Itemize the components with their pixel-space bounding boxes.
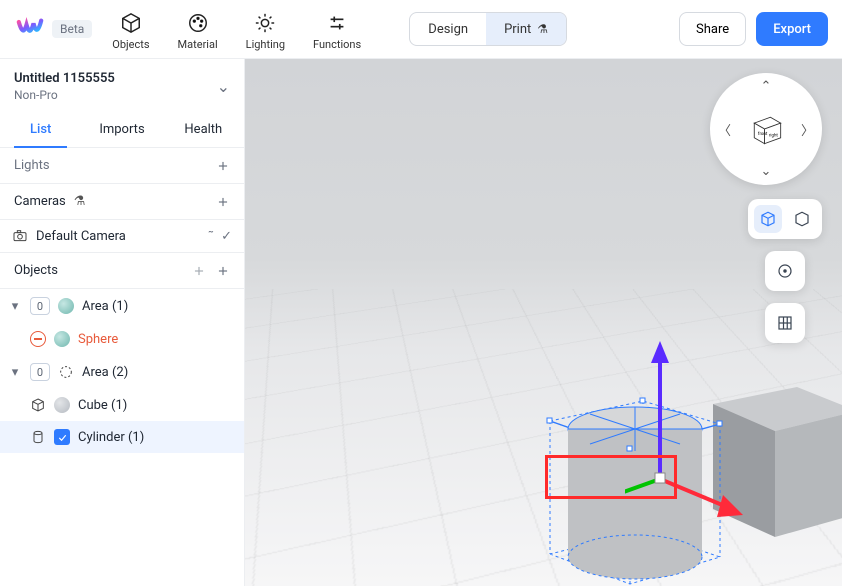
- caret-down-icon[interactable]: ▾: [8, 299, 22, 314]
- remove-icon[interactable]: [30, 331, 46, 347]
- sliders-icon: [326, 12, 348, 34]
- tab-list[interactable]: List: [0, 112, 81, 147]
- sun-icon: [254, 12, 276, 34]
- cube-icon: [120, 12, 142, 34]
- grid-icon: [776, 314, 794, 332]
- project-header[interactable]: Untitled 1155555 Non-Pro ⌄: [0, 59, 244, 112]
- check-icon[interactable]: ✓: [221, 229, 232, 244]
- circle-dashed-icon: [58, 364, 74, 380]
- tool-objects[interactable]: Objects: [112, 8, 149, 51]
- tree-item-cylinder[interactable]: Cylinder (1): [0, 421, 244, 453]
- tree-item-cube[interactable]: Cube (1): [0, 389, 244, 421]
- palette-icon: [187, 12, 209, 34]
- tree-item-sphere[interactable]: Sphere: [0, 323, 244, 355]
- chevron-down-icon[interactable]: ⌄: [761, 164, 772, 179]
- share-button[interactable]: Share: [679, 12, 746, 46]
- tree-item-area2[interactable]: ▾ 0 Area (2): [0, 355, 244, 389]
- camera-row-default[interactable]: Default Camera ῀ ✓: [0, 220, 244, 253]
- project-subtitle: Non-Pro: [14, 88, 115, 102]
- eye-closed-icon[interactable]: ῀: [209, 228, 211, 244]
- mode-print[interactable]: Print⚗: [486, 13, 566, 45]
- tab-health[interactable]: Health: [163, 112, 244, 147]
- app-logo-icon: [16, 15, 44, 43]
- chevron-left-icon[interactable]: 〈: [718, 120, 731, 139]
- tree-item-area1[interactable]: ▾ 0 Area (1): [0, 289, 244, 323]
- sidebar-tabs: List Imports Health: [0, 112, 244, 148]
- caret-down-icon[interactable]: ▾: [8, 365, 22, 380]
- view-cube-widget[interactable]: ⌃ ⌄ 〈 〉 front right: [710, 73, 822, 185]
- mode-toggle: Design Print⚗: [409, 12, 567, 46]
- tool-functions[interactable]: Functions: [313, 8, 361, 51]
- tool-lighting[interactable]: Lighting: [246, 8, 285, 51]
- plus-icon[interactable]: [216, 264, 230, 278]
- svg-text:right: right: [769, 133, 778, 138]
- checkbox-checked-icon[interactable]: [54, 429, 70, 445]
- viewport-tools: [748, 199, 822, 343]
- plus-icon[interactable]: [216, 159, 230, 173]
- svg-text:front: front: [758, 132, 768, 137]
- beta-badge: Beta: [52, 20, 92, 38]
- cylinder-icon: [30, 429, 46, 445]
- cube-icon: [30, 397, 46, 413]
- top-bar: Beta Objects Material Lighting Functions…: [0, 0, 842, 59]
- count-badge: 0: [30, 297, 50, 315]
- flask-icon: ⚗: [537, 22, 548, 36]
- grid-toggle-button[interactable]: [765, 303, 805, 343]
- add-nested-icon[interactable]: [192, 264, 206, 278]
- nav-cube-icon[interactable]: front right: [744, 107, 788, 151]
- export-button[interactable]: Export: [756, 12, 828, 46]
- wire-view-button[interactable]: [788, 205, 816, 233]
- focus-button[interactable]: [765, 251, 805, 291]
- tab-imports[interactable]: Imports: [81, 112, 162, 147]
- mode-design[interactable]: Design: [410, 13, 486, 45]
- highlight-frame: [545, 455, 677, 499]
- material-icon: [54, 397, 70, 413]
- camera-icon: [12, 228, 28, 244]
- view-mode-toggle: [748, 199, 822, 239]
- solid-view-button[interactable]: [754, 205, 782, 233]
- project-title: Untitled 1155555: [14, 71, 115, 86]
- section-objects[interactable]: Objects: [0, 253, 244, 289]
- section-lights[interactable]: Lights: [0, 148, 244, 184]
- chevron-up-icon[interactable]: ⌃: [761, 79, 772, 94]
- flask-icon: ⚗: [74, 194, 86, 209]
- tool-group: Objects Material Lighting Functions: [112, 8, 361, 51]
- brand: Beta: [16, 15, 92, 43]
- sphere-icon: [54, 331, 70, 347]
- section-cameras[interactable]: Cameras ⚗: [0, 184, 244, 220]
- viewport-3d[interactable]: ⌃ ⌄ 〈 〉 front right: [245, 59, 842, 586]
- header-actions: Share Export: [679, 12, 828, 46]
- chevron-right-icon[interactable]: 〉: [801, 120, 814, 139]
- count-badge: 0: [30, 363, 50, 381]
- target-icon: [776, 262, 794, 280]
- chevron-down-icon[interactable]: ⌄: [217, 77, 230, 96]
- plus-icon[interactable]: [216, 195, 230, 209]
- sphere-icon: [58, 298, 74, 314]
- left-sidebar: Untitled 1155555 Non-Pro ⌄ List Imports …: [0, 59, 245, 586]
- tool-material[interactable]: Material: [178, 8, 218, 51]
